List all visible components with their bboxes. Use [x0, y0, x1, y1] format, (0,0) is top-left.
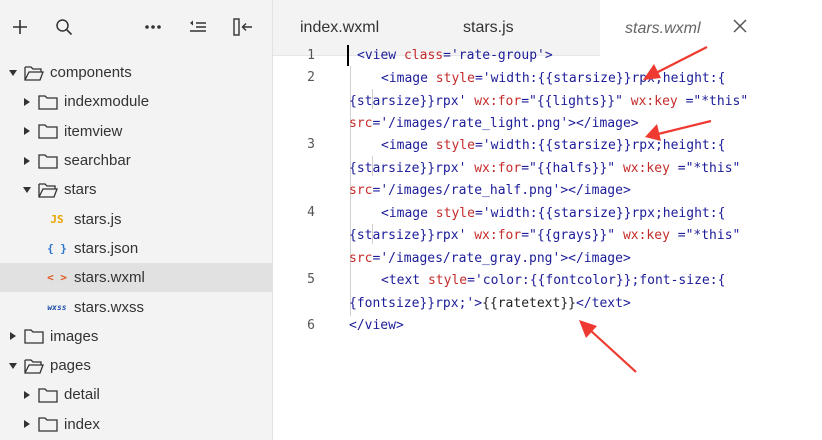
folder-open-icon — [38, 182, 58, 198]
line-number: 4 — [307, 205, 315, 220]
tab-label: stars.wxml — [625, 19, 701, 37]
chevron-down-icon[interactable] — [6, 362, 20, 370]
code-line-4: <image style='width:{{starsize}}rpx;heig… — [381, 206, 726, 221]
tree-item-label: stars.json — [74, 239, 139, 257]
line-number: 3 — [307, 137, 315, 152]
folder-icon — [38, 153, 58, 169]
tree-item-label: stars — [64, 181, 97, 199]
chevron-right-icon[interactable] — [6, 331, 20, 341]
chevron-right-icon[interactable] — [20, 390, 34, 400]
tree-item-label: stars.wxss — [74, 298, 145, 316]
tab-stars-wxml[interactable]: stars.wxml — [600, 0, 822, 57]
chevron-down-icon[interactable] — [20, 186, 34, 194]
tree-item-images[interactable]: images — [0, 322, 272, 351]
tree-item-index[interactable]: index — [0, 410, 272, 439]
code-line-5-wrap: {fontsize}}rpx;'>{{ratetext}}</text> — [349, 296, 631, 311]
folder-icon — [24, 328, 44, 344]
tree-item-pages[interactable]: pages — [0, 351, 272, 380]
tree-item-label: index — [64, 415, 100, 433]
code-line-5: <text style='color:{{fontcolor}};font-si… — [381, 273, 726, 288]
json-file-icon: { } — [47, 241, 67, 255]
add-icon[interactable] — [9, 16, 31, 38]
text-cursor — [347, 45, 349, 66]
folder-open-icon — [24, 65, 44, 81]
tree-item-label: pages — [50, 357, 91, 375]
tree-item-label: stars.wxml — [74, 269, 145, 287]
tree-item-components[interactable]: components — [0, 58, 272, 87]
chevron-right-icon[interactable] — [20, 126, 34, 136]
tree-item-stars-json[interactable]: { } stars.json — [0, 234, 272, 263]
tree-item-label: searchbar — [64, 152, 131, 170]
wxml-file-icon: < > — [47, 271, 67, 285]
tree-item-stars-js[interactable]: JS stars.js — [0, 204, 272, 233]
code-line-1: <view class='rate-group'> — [357, 48, 553, 63]
tree-item-label: stars.js — [74, 210, 122, 228]
code-line-3-wrap: src='/images/rate_half.png'></image> — [349, 183, 631, 198]
tree-item-label: indexmodule — [64, 93, 150, 111]
toggle-sidebar-icon[interactable] — [232, 16, 254, 38]
close-icon[interactable] — [733, 19, 747, 38]
folder-icon — [38, 387, 58, 403]
chevron-right-icon[interactable] — [20, 419, 34, 429]
file-explorer: components indexmodule itemview searchbar st… — [0, 0, 273, 440]
wxss-file-icon: wxss — [47, 302, 67, 312]
js-file-icon: JS — [50, 212, 64, 226]
line-number: 1 — [307, 48, 315, 63]
folder-open-icon — [24, 358, 44, 374]
code-line-4-wrap: src='/images/rate_gray.png'></image> — [349, 251, 631, 266]
code-line-2-wrap: src='/images/rate_light.png'></image> — [349, 116, 639, 131]
tree-item-detail[interactable]: detail — [0, 380, 272, 409]
folder-icon — [38, 94, 58, 110]
tree-item-label: detail — [64, 386, 100, 404]
code-line-2: <image style='width:{{starsize}}rpx;heig… — [381, 71, 726, 86]
tab-label: index.wxml — [300, 19, 380, 36]
collapse-all-icon[interactable] — [187, 16, 209, 38]
tree-item-label: components — [50, 64, 132, 82]
tree-item-label: itemview — [64, 122, 123, 140]
line-number: 2 — [307, 70, 315, 85]
code-line-2-wrap: {starsize}}rpx' wx:for="{{lights}}" wx:k… — [349, 94, 749, 109]
code-line-3-wrap: {starsize}}rpx' wx:for="{{halfs}}" wx:ke… — [349, 161, 741, 176]
tree-item-searchbar[interactable]: searchbar — [0, 146, 272, 175]
code-line-3: <image style='width:{{starsize}}rpx;heig… — [381, 138, 726, 153]
tree-item-stars[interactable]: stars — [0, 175, 272, 204]
folder-icon — [38, 123, 58, 139]
code-line-6: </view> — [349, 318, 404, 333]
chevron-down-icon[interactable] — [6, 69, 20, 77]
tree-item-stars-wxss[interactable]: wxss stars.wxss — [0, 292, 272, 321]
code-line-4-wrap: {starsize}}rpx' wx:for="{{grays}}" wx:ke… — [349, 228, 741, 243]
search-icon[interactable] — [53, 16, 75, 38]
tree-item-stars-wxml[interactable]: < > stars.wxml — [0, 263, 272, 293]
code-editor[interactable]: 1 2 3 4 5 6 — [273, 48, 822, 440]
tree-item-indexmodule[interactable]: indexmodule — [0, 87, 272, 116]
line-number: 5 — [307, 272, 315, 287]
tree-item-label: images — [50, 327, 99, 345]
folder-icon — [38, 416, 58, 432]
more-icon[interactable] — [142, 16, 164, 38]
tree-item-itemview[interactable]: itemview — [0, 117, 272, 146]
line-number: 6 — [307, 318, 315, 333]
tab-label: stars.js — [463, 19, 514, 36]
file-tree: components indexmodule itemview searchbar st… — [0, 58, 272, 439]
chevron-right-icon[interactable] — [20, 156, 34, 166]
chevron-right-icon[interactable] — [20, 97, 34, 107]
explorer-toolbar — [0, 0, 272, 56]
